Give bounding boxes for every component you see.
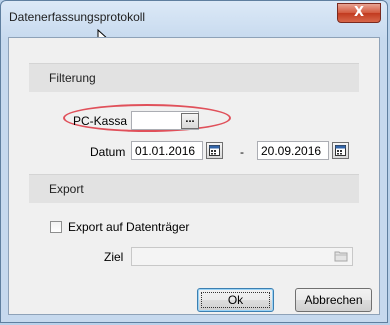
ziel-field[interactable] — [131, 247, 353, 266]
close-icon: X — [353, 5, 365, 20]
datum-label: Datum — [90, 145, 126, 159]
date-from-field[interactable]: 01.01.2016 — [131, 141, 203, 160]
window-title: Datenerfassungsprotokoll — [9, 10, 146, 24]
cancel-button[interactable]: Abbrechen — [295, 288, 372, 312]
filter-section-title: Filterung — [49, 71, 96, 85]
calendar-icon — [209, 145, 220, 156]
export-section-title: Export — [49, 182, 84, 196]
cancel-button-label: Abbrechen — [304, 293, 363, 307]
date-to-calendar-button[interactable] — [332, 142, 349, 159]
filter-section-header: Filterung — [29, 63, 359, 92]
pc-kassa-label: PC-Kassa — [73, 114, 128, 128]
date-from-calendar-button[interactable] — [206, 142, 223, 159]
dialog-window: Datenerfassungsprotokoll X Filterung PC-… — [0, 0, 388, 323]
folder-icon[interactable] — [334, 249, 349, 263]
export-checkbox[interactable] — [50, 221, 62, 233]
focus-rect — [201, 292, 270, 308]
close-button[interactable]: X — [337, 3, 381, 23]
ziel-label: Ziel — [104, 250, 124, 264]
export-section-header: Export — [29, 174, 359, 203]
title-bar[interactable]: Datenerfassungsprotokoll X — [1, 1, 387, 31]
ok-button[interactable]: Ok — [197, 288, 274, 312]
export-checkbox-label[interactable]: Export auf Datenträger — [68, 220, 189, 234]
browse-button[interactable]: ... — [181, 113, 199, 129]
date-to-field[interactable]: 20.09.2016 — [257, 141, 329, 160]
date-separator: - — [240, 145, 244, 159]
calendar-icon — [335, 145, 346, 156]
